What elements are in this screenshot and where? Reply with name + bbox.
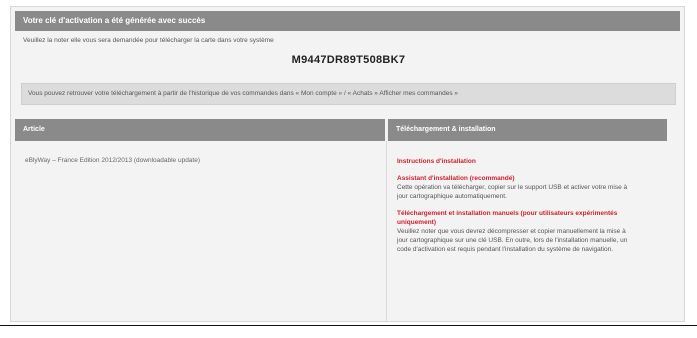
manual-download-link[interactable]: Téléchargement et installation manuels (… [397,209,637,227]
instructions-link[interactable]: Instructions d'installation [397,158,476,165]
manual-download-description: Veuillez noter que vous devrez décompres… [397,228,628,253]
article-name: eBlyWay – France Edition 2012/2013 (down… [25,157,201,164]
assistant-description: Cette opération va télécharger, copier s… [397,184,628,200]
notice-text: Veuillez la noter elle vous sera demandé… [23,37,274,44]
download-install-column: Instructions d'installation Assistant d'… [397,157,637,262]
activation-panel: Votre clé d'activation a été générée ave… [10,6,685,322]
bottom-divider [0,325,697,326]
column-divider [386,141,387,321]
activation-code: M9447DR89T508BK7 [291,54,406,66]
column-header-download: Téléchargement & installation [388,119,667,141]
success-banner: Votre clé d'activation a été générée ave… [15,11,680,31]
column-header-article: Article [15,119,385,141]
assistant-link[interactable]: Assistant d'installation (recommandé) [397,174,637,183]
info-bar: Vous pouvez retrouver votre téléchargeme… [21,83,676,105]
